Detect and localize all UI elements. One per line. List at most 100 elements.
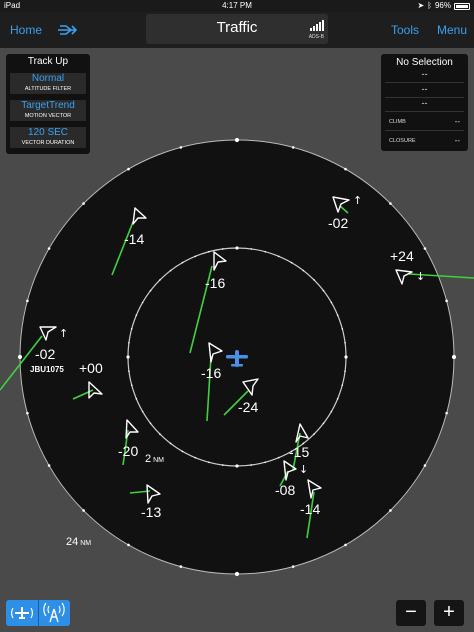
traffic-altitude: -16 — [201, 365, 221, 381]
ring-tick-dot — [82, 509, 85, 512]
ring-tick-dot — [169, 269, 172, 272]
ring-tick-dot — [181, 261, 184, 264]
motion-vector-label: MOTION VECTOR — [24, 113, 72, 119]
orientation-button[interactable]: Track Up — [6, 56, 90, 67]
ring-tick-dot — [179, 565, 183, 568]
vector-duration-button[interactable]: 120 SEC VECTOR DURATION — [10, 127, 86, 148]
ring-tick-dot — [127, 543, 130, 547]
ring-tick-dot — [313, 433, 315, 435]
menu-button[interactable]: Menu — [437, 12, 467, 48]
connext-icon[interactable] — [58, 12, 78, 48]
vector-duration-label: VECTOR DURATION — [21, 140, 75, 146]
ring-tick-dot — [17, 354, 23, 360]
clock: 4:17 PM — [222, 1, 252, 10]
ring-tick-dot — [336, 314, 339, 317]
ring-tick-dot — [141, 301, 144, 304]
ring-tick-dot — [82, 202, 85, 205]
altitude-filter-label: ALTITUDE FILTER — [24, 86, 72, 92]
ring-tick-dot — [344, 167, 347, 171]
page-title-box: Traffic ADS-B — [146, 14, 328, 44]
ring-tick-dot — [235, 464, 239, 468]
ring-tick-dot — [26, 299, 29, 303]
zoom-in-button[interactable]: + — [434, 600, 464, 626]
antenna-mode-icon[interactable] — [39, 600, 70, 626]
aircraft-mode-icon[interactable] — [6, 600, 38, 626]
ring-tick-dot — [277, 456, 280, 459]
ring-tick-dot — [322, 289, 325, 292]
ring-tick-dot — [47, 464, 51, 467]
traffic-altitude: -20 — [118, 443, 138, 459]
ring-tick-dot — [389, 509, 392, 512]
traffic-callsign: JBU1075 — [30, 365, 64, 374]
ring-tick-dot — [445, 411, 448, 415]
ring-tick-dot — [344, 341, 346, 344]
ring-tick-dot — [250, 464, 253, 466]
tools-button[interactable]: Tools — [391, 12, 419, 48]
climb-arrow-icon: ↑ — [353, 194, 362, 207]
selection-info-panel: No Selection -- -- -- CLIMB -- CLOSURE -… — [381, 54, 468, 151]
home-button[interactable]: Home — [10, 12, 42, 48]
ring-tick-dot — [291, 565, 295, 568]
closure-value: -- — [454, 136, 460, 145]
selection-line-3: -- — [421, 98, 428, 108]
ring-tick-dot — [149, 289, 152, 292]
ring-tick-dot — [149, 422, 152, 425]
ring-tick-dot — [126, 355, 130, 359]
divider — [385, 130, 464, 131]
ring-tick-dot — [221, 464, 224, 466]
ring-tick-dot — [423, 464, 427, 467]
ring-tick-dot — [179, 146, 183, 149]
ring-tick-dot — [127, 167, 130, 171]
ring-tick-dot — [234, 137, 240, 143]
ring-tick-dot — [169, 442, 172, 445]
traffic-altitude: -16 — [205, 275, 225, 291]
battery-percent: 96% — [434, 1, 451, 10]
divider — [385, 82, 464, 83]
descend-arrow-icon: ↓ — [416, 270, 425, 283]
climb-label: CLIMB — [389, 119, 406, 125]
ring-tick-dot — [344, 370, 346, 373]
page-title: Traffic — [216, 19, 258, 36]
ring-tick-dot — [181, 450, 184, 453]
ring-tick-dot — [291, 146, 295, 149]
motion-vector-button[interactable]: TargetTrend MOTION VECTOR — [10, 100, 86, 121]
source-label: ADS-B — [308, 34, 324, 40]
ring-tick-dot — [159, 279, 161, 281]
traffic-altitude: -15 — [289, 444, 309, 460]
ring-tick-dot — [207, 250, 210, 253]
zoom-out-button[interactable]: − — [396, 600, 426, 626]
ring-tick-dot — [451, 354, 457, 360]
ring-tick-dot — [445, 299, 448, 303]
ring-tick-dot — [302, 269, 305, 272]
altitude-filter-button[interactable]: Normal ALTITUDE FILTER — [10, 73, 86, 94]
ring-tick-dot — [47, 247, 51, 250]
traffic-altitude: -14 — [124, 231, 144, 247]
traffic-altitude: -13 — [141, 504, 161, 520]
traffic-altitude: -24 — [238, 399, 258, 415]
selection-line-1: -- — [421, 69, 428, 79]
nav-bar: Home Traffic ADS-B Tools Menu — [0, 12, 474, 48]
ring-tick-dot — [26, 411, 29, 415]
bluetooth-icon: ᛒ — [427, 1, 432, 10]
ring-tick-dot — [234, 571, 240, 577]
ring-tick-dot — [194, 255, 197, 258]
ring-tick-dot — [135, 397, 138, 400]
divider — [385, 111, 464, 112]
battery-icon — [454, 2, 470, 10]
ring-tick-dot — [389, 202, 392, 205]
selection-title: No Selection — [396, 57, 453, 68]
outer-range-label: 24 NM — [66, 536, 91, 548]
traffic-mode-toggle[interactable] — [6, 600, 70, 626]
ring-tick-dot — [344, 355, 348, 359]
ring-tick-dot — [322, 422, 325, 425]
ring-tick-dot — [277, 255, 280, 258]
location-icon: ➤ — [417, 1, 425, 10]
ring-tick-dot — [128, 370, 130, 373]
traffic-altitude: -14 — [300, 501, 320, 517]
ring-tick-dot — [128, 341, 130, 344]
ring-tick-dot — [313, 279, 315, 281]
ring-tick-dot — [423, 247, 427, 250]
status-right: ➤ ᛒ 96% — [417, 0, 470, 12]
ring-tick-dot — [135, 314, 138, 317]
ring-tick-dot — [159, 433, 161, 435]
